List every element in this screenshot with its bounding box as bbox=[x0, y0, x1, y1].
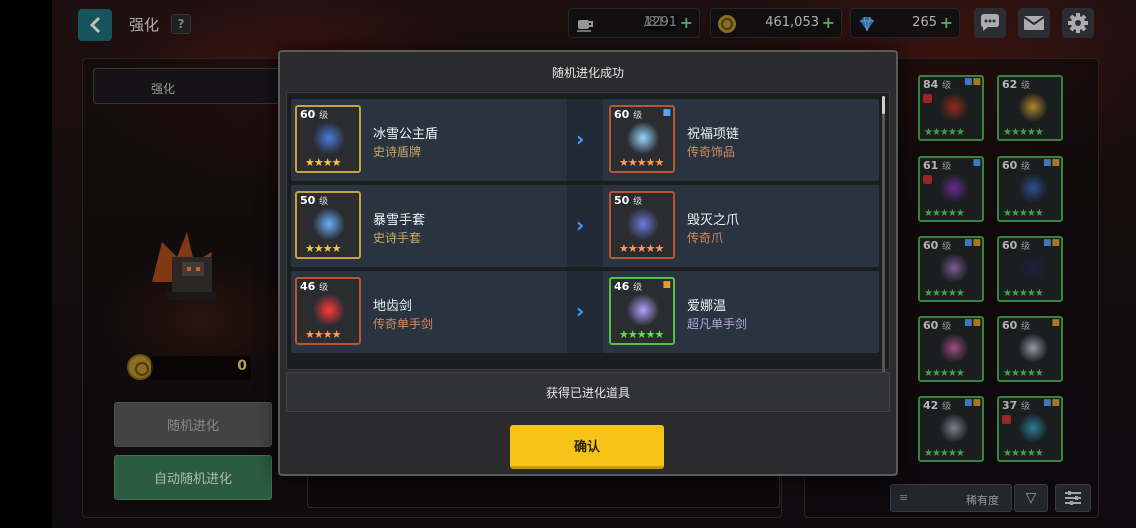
item-badge-icon: ■ bbox=[662, 280, 671, 290]
item-icon bbox=[312, 122, 346, 154]
evolved-item[interactable]: 46 级 ■ ★★★★★ 爱娜温超凡单手剑 bbox=[605, 271, 875, 353]
item-name: 祝福项链 bbox=[687, 127, 740, 142]
evolve-result-row: 46 级 ★★★★ 地齿剑传奇单手剑 › 46 级 ■ ★★★★★ 爱娜温超凡单手剑 bbox=[291, 271, 879, 353]
item-stars: ★★★★★ bbox=[619, 156, 664, 169]
result-list[interactable]: 60 级 ★★★★ 冰雪公主盾史诗盾牌 › 60 级 ■ ★★★★★ 祝福项链传奇饰品 50 级… bbox=[286, 92, 890, 370]
item-frame: 50 级 ★★★★★ bbox=[609, 191, 675, 259]
item-frame: 60 级 ★★★★ bbox=[295, 105, 361, 173]
item-type: 传奇爪 bbox=[687, 231, 724, 245]
confirm-button[interactable]: 确认 bbox=[510, 425, 664, 469]
item-level: 46 级 bbox=[614, 280, 643, 293]
source-item[interactable]: 50 级 ★★★★ 暴雪手套史诗手套 bbox=[291, 185, 561, 267]
item-type: 传奇单手剑 bbox=[373, 317, 434, 331]
item-name: 毁灭之爪 bbox=[687, 213, 740, 228]
item-icon bbox=[626, 208, 660, 240]
dialog-title: 随机进化成功 bbox=[551, 66, 624, 80]
chevron-right-icon: › bbox=[576, 127, 585, 151]
item-type: 史诗盾牌 bbox=[373, 145, 422, 159]
chevron-right-icon: › bbox=[576, 213, 585, 237]
item-level: 46 级 bbox=[300, 280, 329, 293]
item-type: 传奇饰品 bbox=[687, 145, 736, 159]
game-screen: 强化 ? 1291/81 + 461,053 + 265 + 强化 0 随机进化… bbox=[52, 0, 1136, 528]
item-level: 50 级 bbox=[614, 194, 643, 207]
item-icon bbox=[312, 294, 346, 326]
item-stars: ★★★★★ bbox=[619, 242, 664, 255]
source-item[interactable]: 60 级 ★★★★ 冰雪公主盾史诗盾牌 bbox=[291, 99, 561, 181]
item-icon bbox=[626, 294, 660, 326]
evolved-item[interactable]: 50 级 ★★★★★ 毁灭之爪传奇爪 bbox=[605, 185, 875, 267]
scroll-thumb[interactable] bbox=[882, 96, 885, 114]
item-type: 超凡单手剑 bbox=[687, 317, 748, 331]
item-frame: 46 级 ★★★★ bbox=[295, 277, 361, 345]
item-level: 50 级 bbox=[300, 194, 329, 207]
source-item[interactable]: 46 级 ★★★★ 地齿剑传奇单手剑 bbox=[291, 271, 561, 353]
row-divider bbox=[567, 271, 603, 353]
item-name: 地齿剑 bbox=[373, 299, 413, 314]
evolve-result-row: 60 级 ★★★★ 冰雪公主盾史诗盾牌 › 60 级 ■ ★★★★★ 祝福项链传奇饰品 bbox=[291, 99, 879, 181]
row-divider bbox=[567, 99, 603, 181]
evolved-item[interactable]: 60 级 ■ ★★★★★ 祝福项链传奇饰品 bbox=[605, 99, 875, 181]
item-type: 史诗手套 bbox=[373, 231, 422, 245]
item-icon bbox=[312, 208, 346, 240]
item-name: 暴雪手套 bbox=[373, 213, 426, 228]
item-frame: 46 级 ■ ★★★★★ bbox=[609, 277, 675, 345]
result-footer-label: 获得已进化道具 bbox=[286, 372, 890, 412]
item-frame: 60 级 ■ ★★★★★ bbox=[609, 105, 675, 173]
chevron-right-icon: › bbox=[576, 299, 585, 323]
item-name: 爱娜温 bbox=[687, 299, 727, 314]
item-badge-icon: ■ bbox=[662, 108, 671, 118]
item-name: 冰雪公主盾 bbox=[373, 127, 439, 142]
evolve-result-row: 50 级 ★★★★ 暴雪手套史诗手套 › 50 级 ★★★★★ 毁灭之爪传奇爪 bbox=[291, 185, 879, 267]
item-level: 60 级 bbox=[614, 108, 643, 121]
item-icon bbox=[626, 122, 660, 154]
item-level: 60 级 bbox=[300, 108, 329, 121]
item-stars: ★★★★★ bbox=[619, 328, 664, 341]
item-stars: ★★★★ bbox=[305, 242, 341, 255]
item-stars: ★★★★ bbox=[305, 156, 341, 169]
evolve-result-dialog: 随机进化成功 60 级 ★★★★ 冰雪公主盾史诗盾牌 › 60 级 ■ ★★★★★ 祝福项链传… bbox=[278, 50, 898, 476]
scrollbar[interactable] bbox=[882, 96, 885, 374]
row-divider bbox=[567, 185, 603, 267]
item-stars: ★★★★ bbox=[305, 328, 341, 341]
item-frame: 50 级 ★★★★ bbox=[295, 191, 361, 259]
